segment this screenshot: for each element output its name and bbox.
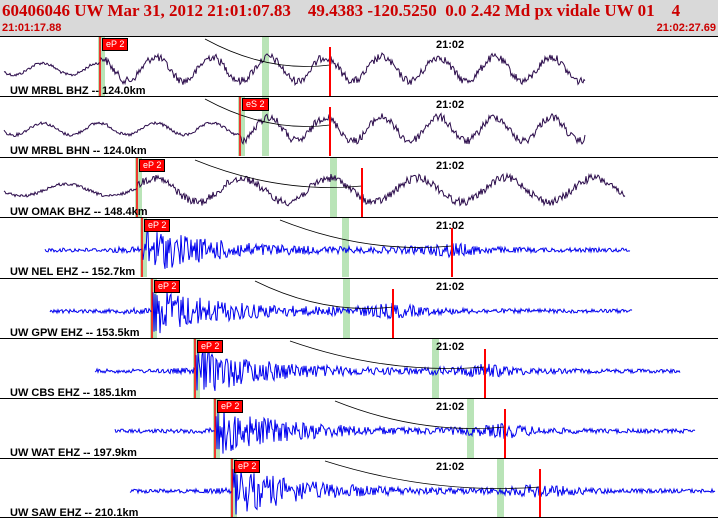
trace-panel[interactable]: eP 2 21:02 UW CBS EHZ -- 185.1km [0, 338, 718, 398]
phase-pick-tag[interactable]: eP 2 [102, 38, 129, 51]
minute-marker-label: 21:02 [436, 281, 465, 293]
minute-marker-label: 21:02 [436, 99, 465, 111]
trace-panel[interactable]: eS 2 21:02 UW MRBL BHN -- 124.0km [0, 96, 718, 156]
travel-time-curve [204, 38, 331, 67]
trace-panel[interactable]: eP 2 21:02 UW MRBL BHZ -- 124.0km [0, 36, 718, 96]
minute-marker-label: 21:02 [436, 341, 465, 353]
waveform-trace [94, 348, 681, 391]
waveform-trace [3, 112, 586, 146]
waveform-trace [44, 229, 631, 269]
waveform-trace [3, 52, 586, 87]
travel-time-curve [334, 400, 506, 429]
channel-label: UW WAT EHZ -- 197.9km [10, 447, 137, 458]
channel-label: UW OMAK BHZ -- 148.4km [10, 206, 148, 217]
trace-panel[interactable]: eP 2 21:02 UW WAT EHZ -- 197.9km [0, 398, 718, 458]
minute-marker-label: 21:02 [436, 160, 465, 172]
minute-marker-label: 21:02 [436, 220, 465, 232]
channel-label: UW GPW EHZ -- 153.5km [10, 327, 140, 338]
waveform-trace [114, 410, 696, 454]
trace-panel[interactable]: eP 2 21:02 UW SAW EHZ -- 210.1km [0, 458, 718, 518]
minute-marker-label: 21:02 [436, 39, 465, 51]
header-bar: 60406046 UW Mar 31, 2012 21:01:07.83 49.… [0, 0, 718, 36]
channel-label: UW NEL EHZ -- 152.7km [10, 266, 136, 277]
waveform-trace [3, 172, 626, 207]
phase-pick-tag[interactable]: eP 2 [217, 400, 244, 413]
trace-panel[interactable]: eP 2 21:02 UW GPW EHZ -- 153.5km [0, 278, 718, 338]
phase-pick-tag[interactable]: eS 2 [242, 98, 269, 111]
channel-label: UW CBS EHZ -- 185.1km [10, 387, 137, 398]
event-title: 60406046 UW Mar 31, 2012 21:01:07.83 49.… [2, 1, 681, 20]
travel-time-curve [194, 159, 363, 188]
waveform-trace [129, 468, 716, 515]
travel-time-curve [279, 219, 453, 248]
trace-panel[interactable]: eP 2 21:02 UW NEL EHZ -- 152.7km [0, 217, 718, 277]
channel-label: UW MRBL BHN -- 124.0km [10, 145, 147, 156]
phase-pick-tag[interactable]: eP 2 [139, 159, 166, 172]
channel-label: UW MRBL BHZ -- 124.0km [10, 85, 146, 96]
phase-pick-tag[interactable]: eP 2 [144, 219, 171, 232]
trace-panel[interactable]: eP 2 21:02 UW OMAK BHZ -- 148.4km [0, 157, 718, 217]
start-time: 21:01:17.88 [2, 22, 62, 34]
minute-marker-label: 21:02 [436, 401, 465, 413]
end-time: 21:02:27.69 [656, 22, 716, 34]
phase-pick-tag[interactable]: eP 2 [197, 340, 224, 353]
phase-pick-tag[interactable]: eP 2 [154, 280, 181, 293]
minute-marker-label: 21:02 [436, 461, 465, 473]
travel-time-curve [254, 280, 394, 309]
phase-pick-tag[interactable]: eP 2 [234, 460, 261, 473]
travel-time-curve [324, 460, 541, 489]
